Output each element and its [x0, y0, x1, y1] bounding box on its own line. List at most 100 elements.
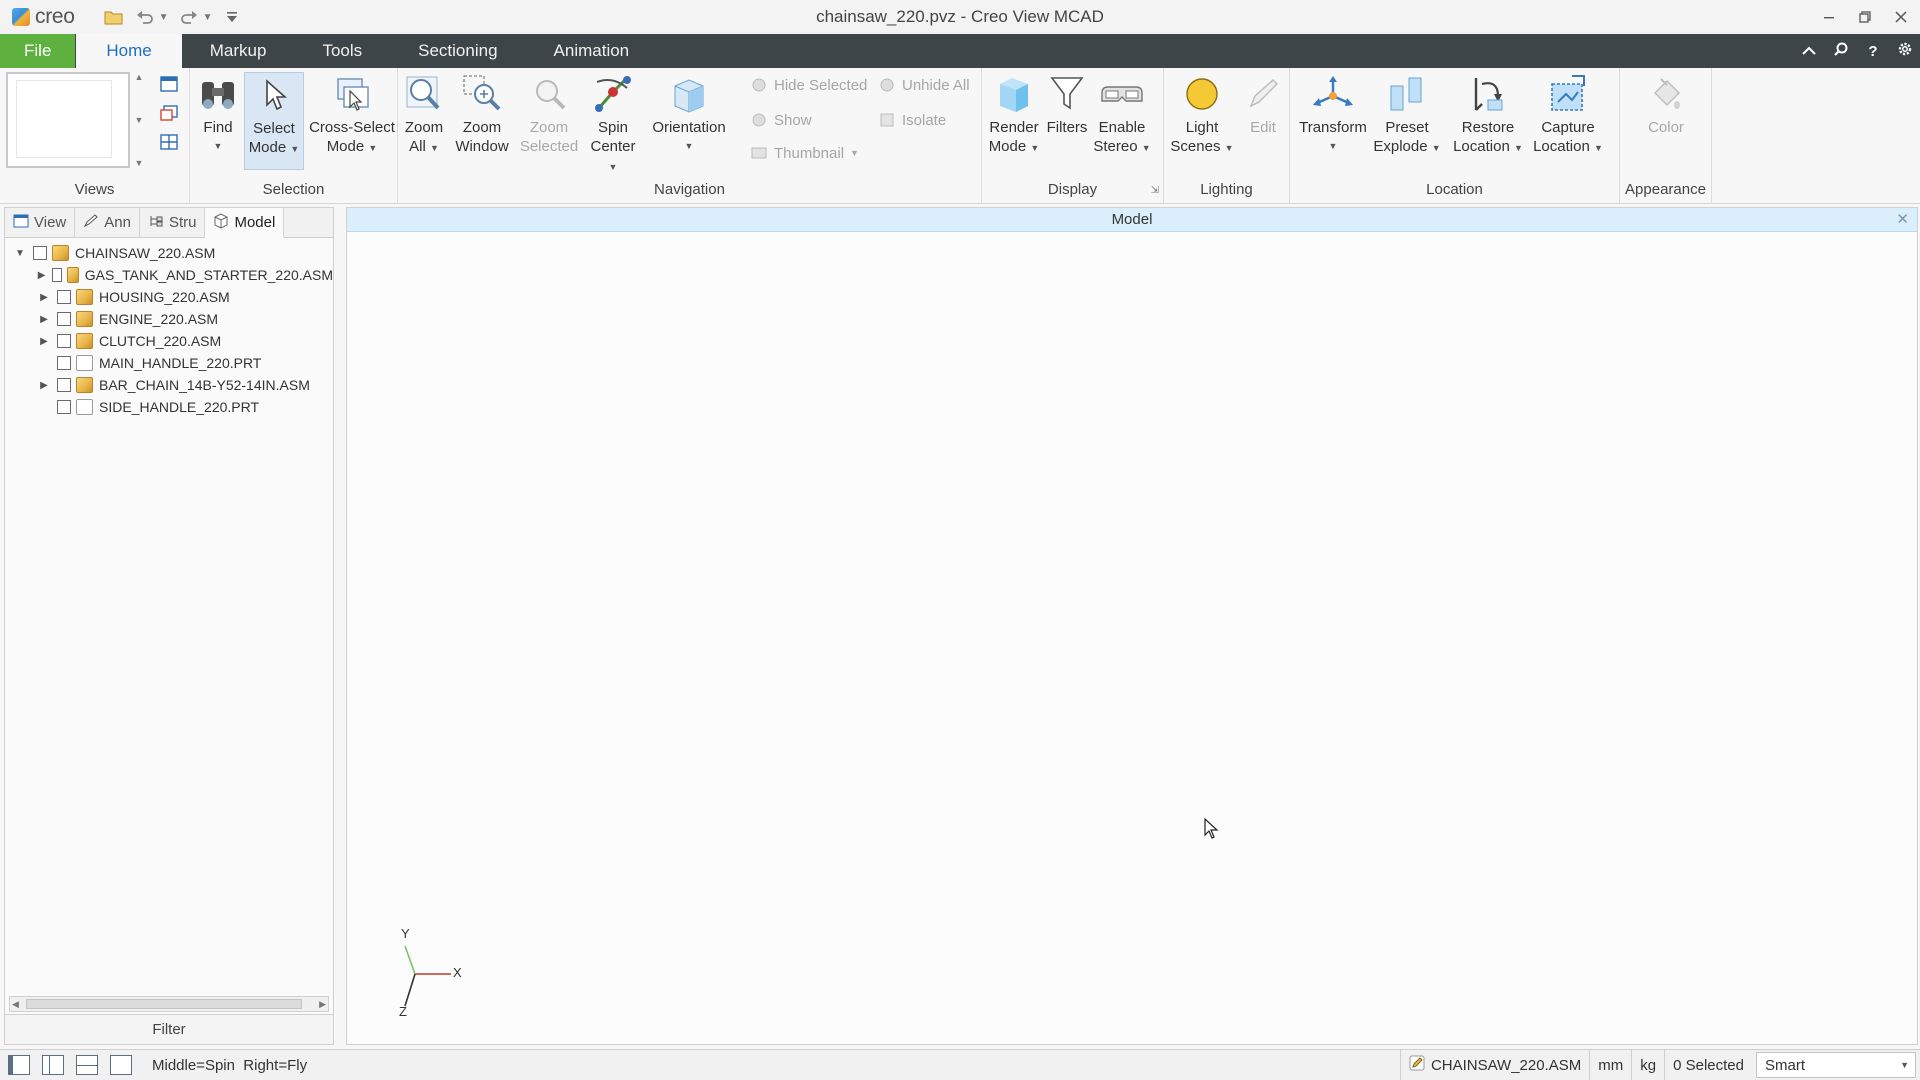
- orientation-dropdown-icon[interactable]: ▼: [685, 137, 694, 156]
- cross-select-mode-button[interactable]: Cross-Select Mode ▼: [308, 72, 396, 158]
- unhide-all-button[interactable]: Unhide All: [878, 76, 970, 94]
- undo-dropdown-icon[interactable]: ▼: [159, 12, 169, 23]
- transform-dropdown-icon[interactable]: ▼: [1329, 137, 1338, 156]
- tree-node[interactable]: ▶ HOUSING_220.ASM: [5, 286, 333, 308]
- tree-node-checkbox[interactable]: [57, 356, 71, 370]
- find-button[interactable]: Find ▼: [192, 72, 244, 156]
- settings-gear-icon[interactable]: [1896, 41, 1914, 61]
- panel-tab-model[interactable]: Model: [205, 208, 285, 238]
- render-mode-button[interactable]: Render Mode ▼: [986, 72, 1042, 158]
- zoom-selected-button[interactable]: Zoom Selected: [516, 72, 582, 156]
- thumbnail-dropdown-icon[interactable]: ▼: [850, 148, 859, 158]
- tree-filter-bar[interactable]: Filter: [5, 1014, 333, 1044]
- tree-node[interactable]: MAIN_HANDLE_220.PRT: [5, 352, 333, 374]
- close-window-icon[interactable]: [1890, 6, 1912, 28]
- expand-arrow-icon[interactable]: ▶: [37, 378, 51, 392]
- gallery-expand-icon[interactable]: ▼: [135, 158, 144, 168]
- layout-single-icon[interactable]: [8, 1055, 30, 1075]
- expand-arrow-icon[interactable]: ▶: [37, 268, 46, 282]
- selection-filter-chevron-icon[interactable]: ▼: [1900, 1060, 1909, 1070]
- view-window-icon[interactable]: [158, 74, 180, 94]
- search-icon[interactable]: [1832, 41, 1850, 61]
- select-mode-button[interactable]: Select Mode ▼: [244, 72, 304, 170]
- tree-node-checkbox[interactable]: [57, 334, 71, 348]
- zoom-all-button[interactable]: Zoom All ▼: [402, 72, 446, 158]
- layout-blank-icon[interactable]: [110, 1055, 132, 1075]
- color-button[interactable]: Color: [1634, 72, 1698, 137]
- panel-tab-views[interactable]: View: [5, 208, 76, 237]
- restore-location-button[interactable]: Restore Location ▼: [1450, 72, 1526, 158]
- restore-location-dropdown-icon[interactable]: ▼: [1514, 143, 1523, 153]
- spin-center-button[interactable]: Spin Center ▼: [584, 72, 642, 177]
- isolate-button[interactable]: Isolate: [878, 111, 946, 129]
- light-scenes-button[interactable]: Light Scenes ▼: [1166, 72, 1238, 158]
- tree-node-checkbox[interactable]: [57, 290, 71, 304]
- scroll-left-icon[interactable]: ◀: [12, 997, 19, 1011]
- tree-node-checkbox[interactable]: [33, 246, 47, 260]
- redo-dropdown-icon[interactable]: ▼: [203, 12, 213, 23]
- tab-home[interactable]: Home: [76, 34, 182, 68]
- customize-toolbar-icon[interactable]: [221, 6, 243, 28]
- tree-node[interactable]: ▶ BAR_CHAIN_14B-Y52-14IN.ASM: [5, 374, 333, 396]
- zoom-all-dropdown-icon[interactable]: ▼: [430, 143, 439, 153]
- panel-tab-annotations[interactable]: Ann: [75, 208, 140, 237]
- select-mode-dropdown-icon[interactable]: ▼: [290, 144, 299, 154]
- scroll-down-icon[interactable]: ▼: [135, 115, 144, 125]
- collapse-arrow-icon[interactable]: ▼: [13, 246, 27, 260]
- edit-lighting-button[interactable]: Edit: [1240, 72, 1286, 137]
- length-unit-cell[interactable]: mm: [1589, 1050, 1631, 1080]
- minimize-icon[interactable]: [1818, 6, 1840, 28]
- view-add-icon[interactable]: [158, 103, 180, 123]
- scroll-up-icon[interactable]: ▲: [135, 72, 144, 82]
- tree-node[interactable]: SIDE_HANDLE_220.PRT: [5, 396, 333, 418]
- expand-arrow-icon[interactable]: ▶: [37, 312, 51, 326]
- tab-file[interactable]: File: [0, 34, 76, 68]
- tree-node[interactable]: ▶ CLUTCH_220.ASM: [5, 330, 333, 352]
- scrollbar-thumb[interactable]: [26, 999, 302, 1009]
- transform-button[interactable]: Transform ▼: [1296, 72, 1370, 156]
- expand-arrow-icon[interactable]: ▶: [37, 334, 51, 348]
- tree-node-checkbox[interactable]: [57, 378, 71, 392]
- tab-animation[interactable]: Animation: [526, 34, 658, 68]
- capture-location-dropdown-icon[interactable]: ▼: [1594, 143, 1603, 153]
- tree-horizontal-scrollbar[interactable]: ◀ ▶: [9, 996, 329, 1012]
- expand-arrow-icon[interactable]: ▶: [37, 290, 51, 304]
- current-model-cell[interactable]: CHAINSAW_220.ASM: [1399, 1050, 1589, 1080]
- views-gallery-scroller[interactable]: ▲ ▼ ▼: [132, 72, 146, 168]
- light-scenes-dropdown-icon[interactable]: ▼: [1225, 143, 1234, 153]
- layout-horizontal-icon[interactable]: [76, 1055, 98, 1075]
- tree-node[interactable]: ▼ CHAINSAW_220.ASM: [5, 242, 333, 264]
- scroll-right-icon[interactable]: ▶: [319, 997, 326, 1011]
- find-dropdown-icon[interactable]: ▼: [214, 137, 223, 156]
- tree-node[interactable]: ▶ GAS_TANK_AND_STARTER_220.ASM: [5, 264, 333, 286]
- undo-icon[interactable]: [134, 6, 156, 28]
- restore-icon[interactable]: [1854, 6, 1876, 28]
- view-layout-grid-icon[interactable]: [158, 132, 180, 152]
- collapse-ribbon-icon[interactable]: [1800, 43, 1818, 60]
- viewport-close-icon[interactable]: ✕: [1896, 208, 1909, 232]
- cross-select-dropdown-icon[interactable]: ▼: [368, 143, 377, 153]
- tab-tools[interactable]: Tools: [294, 34, 390, 68]
- spin-center-dropdown-icon[interactable]: ▼: [609, 162, 618, 172]
- open-folder-icon[interactable]: [103, 6, 125, 28]
- capture-location-button[interactable]: Capture Location ▼: [1530, 72, 1606, 158]
- view-thumbnail-gallery[interactable]: [6, 72, 130, 168]
- selection-filter-dropdown[interactable]: Smart ▼: [1756, 1052, 1916, 1078]
- tree-node[interactable]: ▶ ENGINE_220.ASM: [5, 308, 333, 330]
- tree-node-checkbox[interactable]: [57, 312, 71, 326]
- render-mode-dropdown-icon[interactable]: ▼: [1030, 143, 1039, 153]
- redo-icon[interactable]: [178, 6, 200, 28]
- tab-markup[interactable]: Markup: [182, 34, 295, 68]
- mass-unit-cell[interactable]: kg: [1631, 1050, 1664, 1080]
- preset-explode-button[interactable]: Preset Explode ▼: [1372, 72, 1442, 158]
- thumbnail-button[interactable]: Thumbnail ▼: [750, 144, 859, 162]
- creo-logo[interactable]: creo: [12, 0, 75, 34]
- help-icon[interactable]: ?: [1864, 43, 1882, 60]
- preset-explode-dropdown-icon[interactable]: ▼: [1432, 143, 1441, 153]
- panel-tab-structure[interactable]: Stru: [140, 208, 206, 237]
- tree-node-checkbox[interactable]: [57, 400, 71, 414]
- enable-stereo-button[interactable]: Enable Stereo ▼: [1092, 72, 1152, 158]
- tree-node-checkbox[interactable]: [52, 268, 62, 282]
- hide-selected-button[interactable]: Hide Selected: [750, 76, 867, 94]
- model-viewport[interactable]: Model ✕ Y X Z: [346, 207, 1918, 1045]
